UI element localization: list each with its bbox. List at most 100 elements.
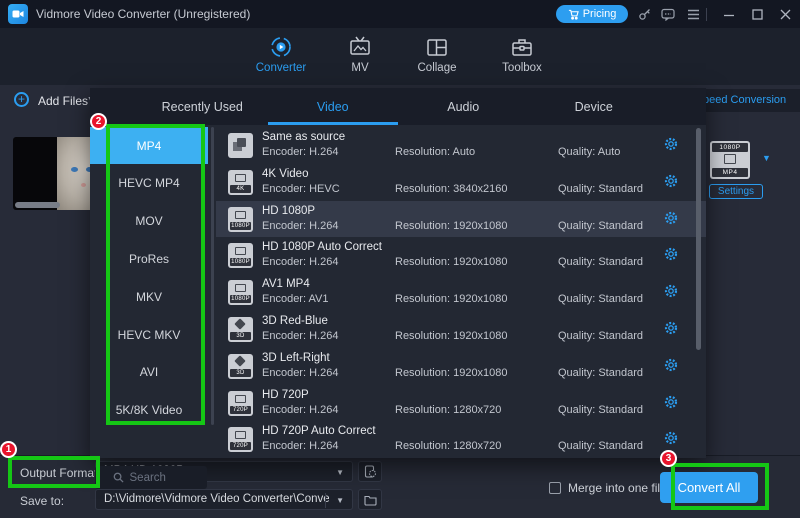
format-quality: Quality: Standard	[558, 330, 643, 342]
format-list: Same as source Encoder: H.264 Resolution…	[216, 125, 706, 458]
tab-mv-label: MV	[351, 62, 369, 74]
format-row-hd-1080p-auto-correct[interactable]: 1080P HD 1080P Auto Correct Encoder: H.2…	[216, 237, 699, 274]
list-scrollbar[interactable]	[696, 128, 701, 350]
format-resolution: Resolution: 1920x1080	[395, 293, 508, 306]
gear-icon[interactable]	[664, 247, 678, 266]
tab-converter[interactable]: Converter	[241, 28, 321, 85]
app-logo-icon	[8, 4, 28, 24]
gear-icon[interactable]	[664, 211, 678, 230]
register-key-icon[interactable]	[637, 7, 652, 22]
thumbnail-progress-bar	[15, 202, 60, 208]
speed-conversion-ribbon[interactable]: peed Conversion	[690, 89, 800, 112]
gear-icon[interactable]	[664, 395, 678, 414]
format-name: AV1 MP4	[262, 278, 310, 291]
format-row-4k-video[interactable]: 4K 4K Video Encoder: HEVC Resolution: 38…	[216, 164, 699, 201]
tab-converter-label: Converter	[255, 62, 307, 74]
output-format-label: Output Format:	[20, 466, 101, 480]
format-row-3d-left-right[interactable]: 3D 3D Left-Right Encoder: H.264 Resoluti…	[216, 348, 699, 385]
save-to-select[interactable]: D:\Vidmore\Vidmore Video Converter\Conve…	[95, 489, 353, 510]
format-encoder: Encoder: AV1	[262, 293, 329, 306]
search-box[interactable]	[95, 466, 207, 489]
format-row-hd-720p-auto-correct[interactable]: 720P HD 720P Auto Correct Encoder: H.264…	[216, 421, 699, 458]
format-quality: Quality: Auto	[558, 146, 621, 158]
profile-gear-icon	[364, 465, 376, 478]
format-encoder: Encoder: H.264	[262, 256, 339, 269]
cart-icon	[568, 9, 579, 20]
gear-icon[interactable]	[664, 321, 678, 340]
gear-icon[interactable]	[664, 137, 678, 156]
menu-icon[interactable]	[686, 7, 701, 22]
window-title: Vidmore Video Converter (Unregistered)	[36, 7, 251, 21]
sidebar-item-mov[interactable]: MOV	[90, 203, 208, 240]
sidebar-item-hevc-mp4[interactable]: HEVC MP4	[90, 165, 208, 202]
format-resolution: Resolution: 1280x720	[395, 440, 502, 453]
sidebar-scrollbar[interactable]	[211, 127, 214, 425]
gear-icon[interactable]	[664, 358, 678, 377]
thumbnail-detail	[81, 183, 86, 187]
sidebar-item-avi[interactable]: AVI	[90, 354, 208, 391]
app-window: Vidmore Video Converter (Unregistered) P…	[0, 0, 800, 518]
speed-conversion-label: peed Conversion	[703, 94, 787, 106]
add-files-plus-icon[interactable]: +	[14, 92, 29, 107]
close-button[interactable]	[778, 7, 793, 22]
video-file-icon: 720P	[228, 390, 253, 416]
folder-icon	[363, 495, 377, 506]
format-encoder: Encoder: H.264	[262, 440, 339, 453]
tab-recently-used[interactable]: Recently Used	[137, 88, 268, 125]
sidebar-item-mkv[interactable]: MKV	[90, 278, 208, 315]
sidebar-item-5k8k[interactable]: 5K/8K Video	[90, 392, 208, 429]
pricing-button[interactable]: Pricing	[556, 5, 628, 23]
output-format-file-icon[interactable]: 1080P MP4	[710, 141, 750, 179]
tab-collage[interactable]: Collage	[397, 28, 477, 85]
converter-icon	[269, 34, 293, 60]
minimize-button[interactable]	[721, 7, 736, 22]
sidebar-item-mp4[interactable]: MP4	[90, 127, 208, 164]
open-folder-button[interactable]	[358, 489, 382, 510]
merge-checkbox[interactable]	[549, 482, 561, 494]
video-file-icon: 1080P	[228, 243, 253, 269]
main-nav: Converter MV Collage Toolbox	[0, 28, 800, 111]
convert-all-button[interactable]: Convert All	[660, 472, 758, 503]
feedback-icon[interactable]	[660, 7, 675, 22]
sidebar-item-hevc-mkv[interactable]: HEVC MKV	[90, 316, 208, 353]
output-settings-button[interactable]	[358, 461, 382, 482]
save-to-value: D:\Vidmore\Vidmore Video Converter\Conve…	[104, 493, 329, 505]
tab-toolbox-label: Toolbox	[502, 62, 542, 74]
gear-icon[interactable]	[664, 284, 678, 303]
tab-video[interactable]: Video	[267, 88, 398, 125]
format-caret-icon[interactable]: ▼	[762, 153, 771, 163]
format-row-hd-720p[interactable]: 720P HD 720P Encoder: H.264 Resolution: …	[216, 385, 699, 422]
tab-toolbox[interactable]: Toolbox	[482, 28, 562, 85]
tab-mv[interactable]: MV	[320, 28, 400, 85]
format-row-av1-mp4[interactable]: 1080P AV1 MP4 Encoder: AV1 Resolution: 1…	[216, 274, 699, 311]
pricing-label: Pricing	[582, 8, 617, 20]
tab-device[interactable]: Device	[529, 88, 660, 125]
format-encoder: Encoder: H.264	[262, 219, 339, 232]
format-quality: Quality: Standard	[558, 440, 643, 453]
sidebar-item-prores[interactable]: ProRes	[90, 240, 208, 277]
search-input[interactable]	[129, 471, 190, 484]
format-category-tabs: Recently Used Video Audio Device	[90, 88, 706, 125]
add-files-button[interactable]: Add Files	[38, 94, 88, 108]
format-name: HD 720P Auto Correct	[262, 425, 376, 438]
format-quality: Quality: Standard	[558, 403, 643, 416]
tab-audio[interactable]: Audio	[398, 88, 529, 125]
select-divider	[325, 493, 326, 508]
format-quality: Quality: Standard	[558, 182, 643, 195]
format-row-3d-red-blue[interactable]: 3D 3D Red-Blue Encoder: H.264 Resolution…	[216, 311, 699, 348]
gear-icon[interactable]	[664, 431, 678, 450]
format-row-hd-1080p[interactable]: 1080P HD 1080P Encoder: H.264 Resolution…	[216, 200, 706, 238]
video-file-icon: 1080P	[228, 206, 253, 232]
format-resolution: Resolution: 1920x1080	[395, 366, 508, 379]
format-resolution: Resolution: Auto	[395, 146, 476, 158]
mv-icon	[348, 34, 372, 60]
profile-settings-button[interactable]: Settings	[709, 184, 763, 199]
video-file-icon: 4K	[228, 169, 253, 195]
format-container-badge: MP4	[712, 168, 748, 177]
gear-icon[interactable]	[664, 174, 678, 193]
format-row-same-as-source[interactable]: Same as source Encoder: H.264 Resolution…	[216, 127, 699, 164]
video-file-icon: 720P	[228, 427, 253, 453]
format-resolution: Resolution: 1920x1080	[395, 330, 508, 342]
format-sidebar: MP4 HEVC MP4 MOV ProRes MKV HEVC MKV AVI…	[90, 125, 216, 489]
maximize-button[interactable]	[750, 7, 765, 22]
